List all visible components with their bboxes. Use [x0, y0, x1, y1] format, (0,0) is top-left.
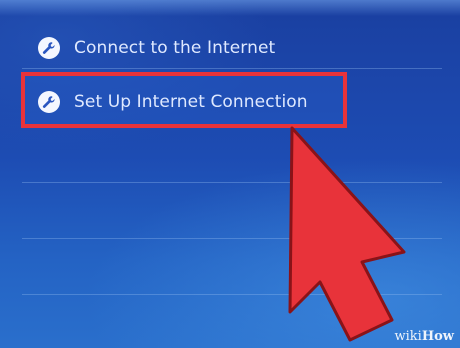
watermark-wiki: wiki [394, 329, 422, 344]
watermark-how: How [421, 329, 454, 344]
wikihow-watermark: wikiHow [395, 329, 454, 344]
ps4-settings-screen: Connect to the Internet Set Up Internet … [0, 0, 460, 348]
red-arrow-cursor-icon [288, 126, 406, 342]
